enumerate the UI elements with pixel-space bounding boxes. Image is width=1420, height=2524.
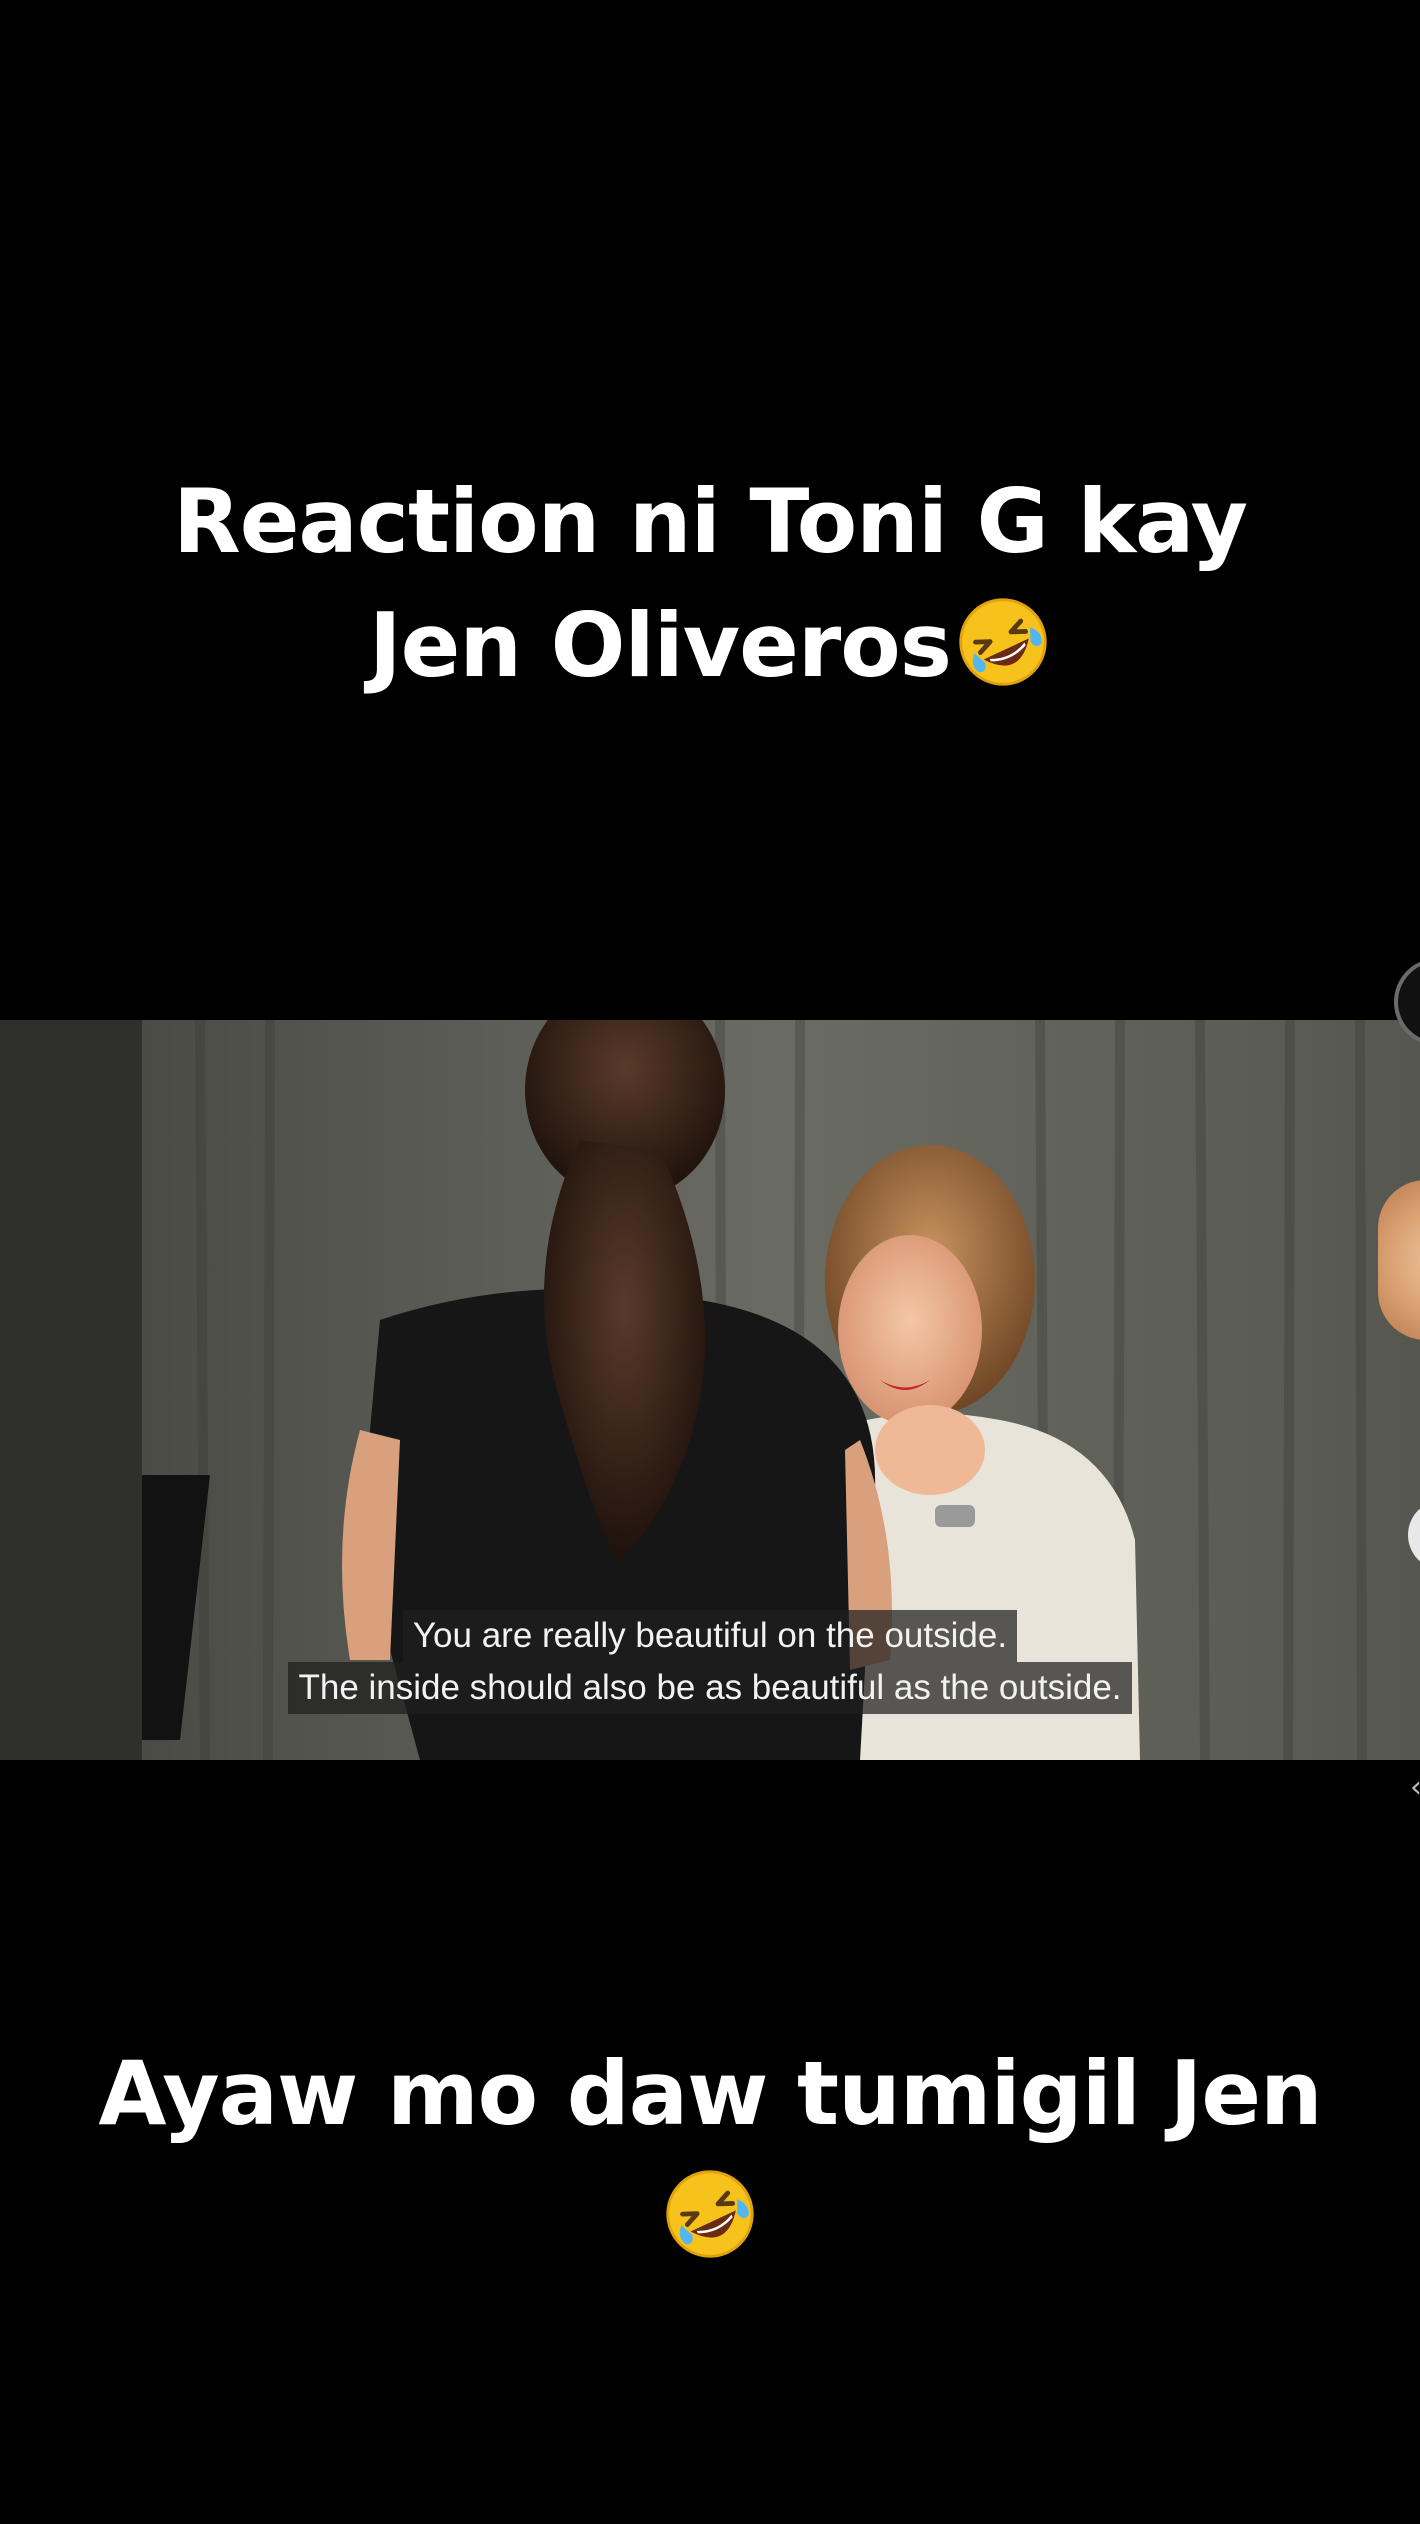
top-caption: Reaction ni Toni G kay Jen Oliveros xyxy=(0,460,1420,708)
bottom-caption-line-2 xyxy=(0,2156,1420,2280)
video-subtitles: You are really beautiful on the outside.… xyxy=(0,1610,1420,1714)
bottom-caption: Ayaw mo daw tumigil Jen xyxy=(0,2032,1420,2280)
bottom-caption-line-1: Ayaw mo daw tumigil Jen xyxy=(98,2042,1322,2145)
top-caption-line-1: Reaction ni Toni G kay xyxy=(172,470,1248,573)
chevron-icon[interactable]: ‹ xyxy=(1410,1770,1420,1805)
top-caption-line-2: Jen Oliveros xyxy=(0,584,1420,708)
subtitle-line-2: The inside should also be as beautiful a… xyxy=(288,1662,1132,1714)
creator-avatar-icon[interactable] xyxy=(1378,1180,1420,1340)
laughing-emoji-icon xyxy=(662,2166,758,2262)
video-frame[interactable]: You are really beautiful on the outside.… xyxy=(0,1020,1420,1760)
top-caption-line-2-text: Jen Oliveros xyxy=(368,594,952,697)
subtitle-line-1: You are really beautiful on the outside. xyxy=(402,1610,1018,1662)
laughing-emoji-icon xyxy=(955,594,1051,690)
